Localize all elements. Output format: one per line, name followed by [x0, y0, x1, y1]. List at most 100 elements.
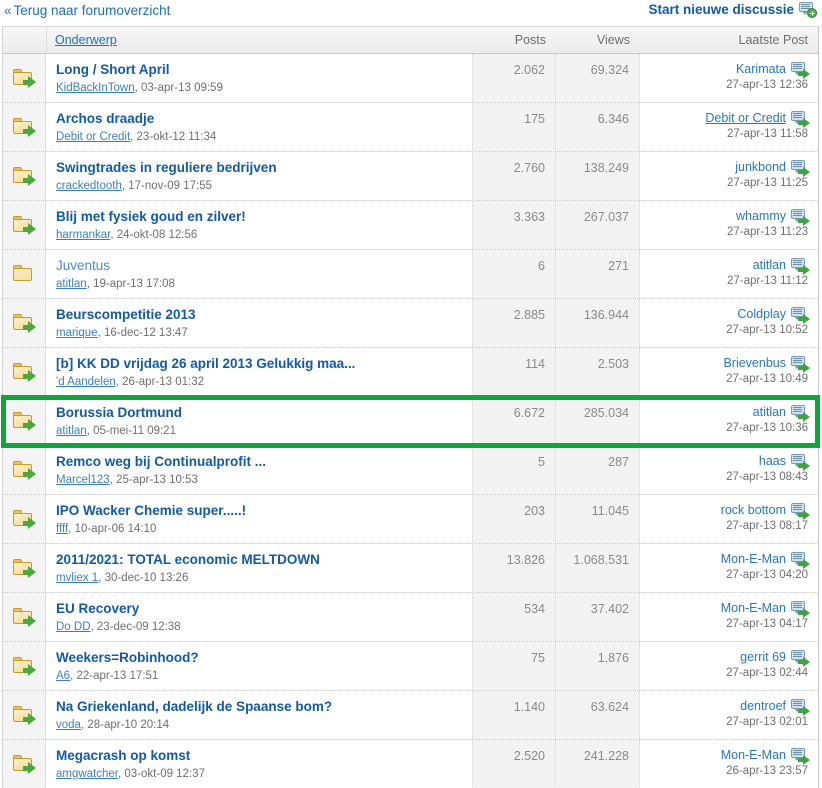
- last-post-user-link[interactable]: haas: [759, 453, 786, 469]
- table-row[interactable]: Na Griekenland, dadelijk de Spaanse bom?…: [3, 691, 818, 740]
- sort-by-subject-link[interactable]: Onderwerp: [55, 33, 117, 47]
- last-post-user-link[interactable]: atitlan: [753, 404, 786, 420]
- table-row[interactable]: Blij met fysiek goud en zilver! harmankar…: [3, 201, 818, 250]
- topic-title-link[interactable]: Swingtrades in reguliere bedrijven: [56, 159, 464, 176]
- topic-last-post-cell: rock bottom27-apr-13 08:17: [640, 495, 818, 543]
- last-post-user-link[interactable]: Mon-E-Man: [721, 600, 786, 616]
- topic-author-link[interactable]: marique: [56, 327, 98, 339]
- topic-views-count: 267.037: [556, 201, 640, 249]
- table-row[interactable]: Borussia Dortmundatitlan, 05-mei-11 09:2…: [3, 397, 818, 446]
- last-post-user-link[interactable]: Debit or Credit: [705, 110, 786, 126]
- topic-status-cell: [3, 152, 46, 200]
- last-post-user-link[interactable]: rock bottom: [721, 502, 786, 518]
- topic-author-link[interactable]: crackedtooth: [56, 180, 122, 192]
- topic-title-link[interactable]: Na Griekenland, dadelijk de Spaanse bom?: [56, 698, 464, 715]
- goto-last-post-icon[interactable]: [791, 503, 808, 518]
- header-views-column[interactable]: Views: [556, 33, 640, 47]
- header-posts-column[interactable]: Posts: [472, 33, 556, 47]
- table-row[interactable]: Swingtrades in reguliere bedrijven cracke…: [3, 152, 818, 201]
- goto-last-post-icon[interactable]: [791, 650, 808, 665]
- topic-title-link[interactable]: IPO Wacker Chemie super.....!: [56, 502, 464, 519]
- topic-title-link[interactable]: Weekers=Robinhood?: [56, 649, 464, 666]
- table-row[interactable]: Long / Short AprilKidBackInTown, 03-apr-…: [3, 54, 818, 103]
- topic-title-link[interactable]: Archos draadje: [56, 110, 464, 127]
- last-post-date: 26-apr-13 23:57: [640, 764, 808, 779]
- table-row[interactable]: [b] KK DD vrijdag 26 april 2013 Gelukkig…: [3, 348, 818, 397]
- last-post-date: 27-apr-13 04:17: [640, 617, 808, 632]
- goto-last-post-icon[interactable]: [791, 405, 808, 420]
- table-row[interactable]: Archos draadje Debit or Credit, 23-okt-12…: [3, 103, 818, 152]
- topic-author-link[interactable]: A6: [56, 670, 70, 682]
- last-post-user-link[interactable]: gerrit 69: [740, 649, 786, 665]
- goto-last-post-icon[interactable]: [791, 454, 808, 469]
- topic-author-link[interactable]: atitlan: [56, 278, 87, 290]
- topic-title-link[interactable]: Long / Short April: [56, 61, 464, 78]
- topic-last-post-cell: Karimata27-apr-13 12:36: [640, 54, 818, 102]
- topic-title-link[interactable]: [b] KK DD vrijdag 26 april 2013 Gelukkig…: [56, 355, 464, 372]
- table-row[interactable]: Remco weg bij Continualprofit ... Marcel1…: [3, 446, 818, 495]
- header-last-post-column[interactable]: Laatste Post: [640, 33, 818, 47]
- goto-last-post-icon[interactable]: [791, 209, 808, 224]
- topic-posts-count: 5: [472, 446, 556, 494]
- topic-status-cell: [3, 495, 46, 543]
- start-new-discussion-label[interactable]: Start nieuwe discussie: [648, 2, 794, 17]
- topic-author-link[interactable]: Do DD: [56, 621, 91, 633]
- goto-last-post-icon[interactable]: [791, 699, 808, 714]
- table-row[interactable]: Weekers=Robinhood?A6, 22-apr-13 17:51751…: [3, 642, 818, 691]
- last-post-date: 27-apr-13 08:43: [640, 470, 808, 485]
- topic-author-link[interactable]: Debit or Credit: [56, 131, 130, 143]
- last-post-user-link[interactable]: Mon-E-Man: [721, 747, 786, 763]
- start-new-discussion-button[interactable]: Start nieuwe discussie: [648, 2, 816, 17]
- topic-author-link[interactable]: mvliex 1: [56, 572, 98, 584]
- table-row[interactable]: Juventusatitlan, 19-apr-13 17:086271atit…: [3, 250, 818, 299]
- goto-last-post-icon[interactable]: [791, 552, 808, 567]
- goto-last-post-icon[interactable]: [791, 748, 808, 763]
- topic-title-link[interactable]: EU Recovery: [56, 600, 464, 617]
- topic-title-link[interactable]: Beurscompetitie 2013: [56, 306, 464, 323]
- goto-last-post-icon[interactable]: [791, 356, 808, 371]
- header-icon-column: [3, 27, 47, 53]
- topic-status-cell: [3, 544, 46, 592]
- last-post-user-link[interactable]: whammy: [736, 208, 786, 224]
- table-row[interactable]: 2011/2021: TOTAL economic MELTDOWN mvliex…: [3, 544, 818, 593]
- last-post-user-line: Karimata: [640, 61, 808, 77]
- topic-author-link[interactable]: ffff: [56, 523, 68, 535]
- goto-last-post-icon[interactable]: [791, 160, 808, 175]
- topic-author-link[interactable]: atitlan: [56, 425, 87, 437]
- last-post-user-link[interactable]: Brievenbus: [723, 355, 786, 371]
- topic-title-link[interactable]: Remco weg bij Continualprofit ...: [56, 453, 464, 470]
- table-row[interactable]: Beurscompetitie 2013marique, 16-dec-12 1…: [3, 299, 818, 348]
- last-post-user-link[interactable]: Mon-E-Man: [721, 551, 786, 567]
- goto-last-post-icon[interactable]: [791, 258, 808, 273]
- topic-status-cell: [3, 691, 46, 739]
- table-row[interactable]: Megacrash op komstamgwatcher, 03-okt-09 …: [3, 740, 818, 788]
- last-post-user-link[interactable]: Karimata: [736, 61, 786, 77]
- topic-last-post-cell: haas27-apr-13 08:43: [640, 446, 818, 494]
- goto-last-post-icon[interactable]: [791, 601, 808, 616]
- topic-author-link[interactable]: KidBackInTown: [56, 82, 135, 94]
- goto-last-post-icon[interactable]: [791, 62, 808, 77]
- last-post-user-link[interactable]: junkbond: [735, 159, 786, 175]
- back-to-forum-overview-link[interactable]: «Terug naar forumoverzicht: [4, 3, 170, 18]
- topic-meta: Debit or Credit, 23-okt-12 11:34: [56, 129, 464, 145]
- topic-author-link[interactable]: voda: [56, 719, 81, 731]
- table-row[interactable]: EU RecoveryDo DD, 23-dec-09 12:3853437.4…: [3, 593, 818, 642]
- topic-title-link[interactable]: Borussia Dortmund: [56, 404, 464, 421]
- topic-title-link[interactable]: 2011/2021: TOTAL economic MELTDOWN: [56, 551, 464, 568]
- topic-author-link[interactable]: Marcel123: [56, 474, 110, 486]
- table-row[interactable]: IPO Wacker Chemie super.....!ffff, 10-ap…: [3, 495, 818, 544]
- topic-subject-cell: Na Griekenland, dadelijk de Spaanse bom?…: [46, 691, 472, 739]
- last-post-date: 27-apr-13 11:25: [640, 176, 808, 191]
- topic-author-link[interactable]: amgwatcher: [56, 768, 118, 780]
- topic-author-link[interactable]: 'd Aandelen: [56, 376, 116, 388]
- topic-title-link[interactable]: Megacrash op komst: [56, 747, 464, 764]
- topic-last-post-cell: whammy27-apr-13 11:23: [640, 201, 818, 249]
- topic-title-link[interactable]: Juventus: [56, 257, 464, 274]
- topic-author-link[interactable]: harmankar: [56, 229, 110, 241]
- goto-last-post-icon[interactable]: [791, 111, 808, 126]
- goto-last-post-icon[interactable]: [791, 307, 808, 322]
- topic-title-link[interactable]: Blij met fysiek goud en zilver!: [56, 208, 464, 225]
- last-post-user-link[interactable]: Coldplay: [737, 306, 786, 322]
- last-post-user-link[interactable]: atitlan: [753, 257, 786, 273]
- last-post-user-link[interactable]: dentroef: [740, 698, 786, 714]
